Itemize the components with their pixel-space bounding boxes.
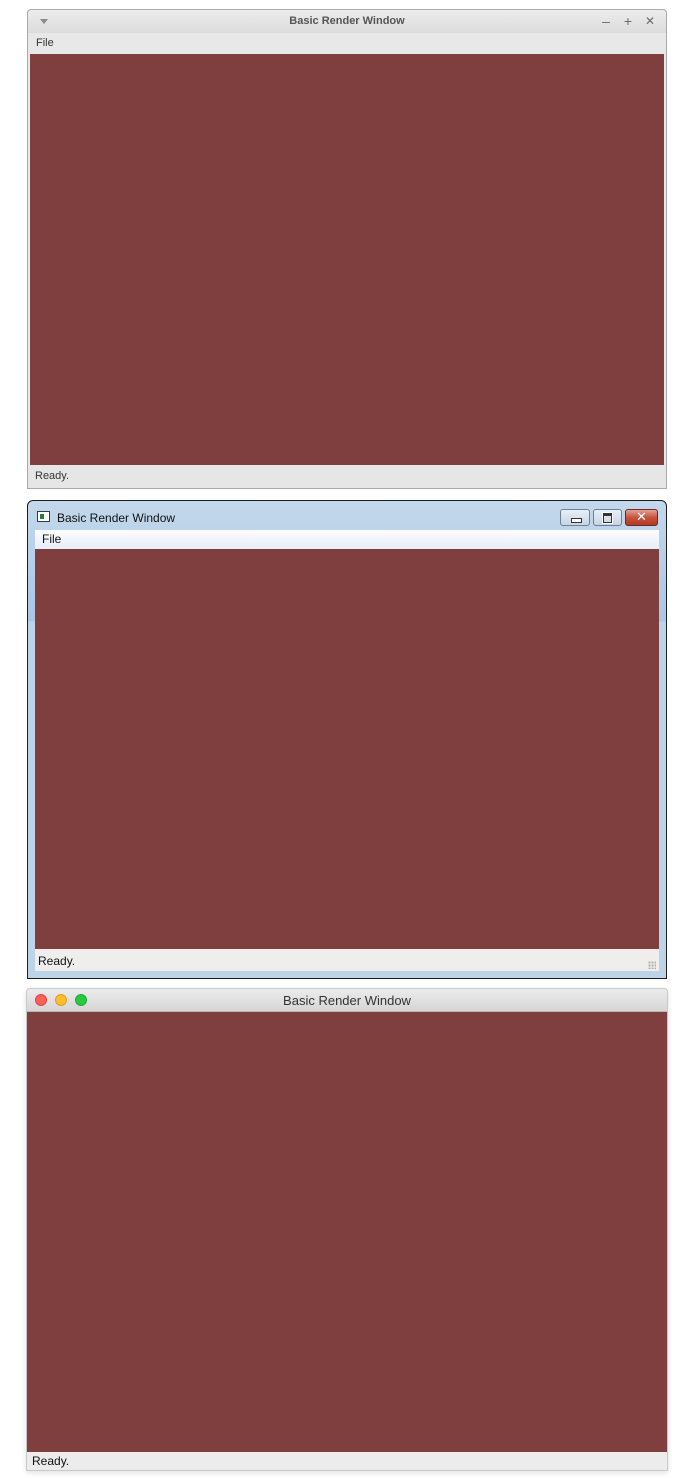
close-icon: ✕ — [636, 509, 647, 524]
render-window-linux: Basic Render Window – + ✕ File Ready. — [27, 9, 667, 489]
render-canvas[interactable] — [35, 549, 659, 949]
menu-bar: File — [28, 33, 666, 54]
maximize-button[interactable] — [593, 509, 622, 526]
status-text: Ready. — [35, 470, 70, 482]
status-bar: Ready. — [27, 1452, 667, 1470]
status-bar: Ready. — [28, 465, 666, 488]
resize-grip-icon[interactable] — [648, 961, 656, 969]
render-canvas[interactable] — [30, 54, 664, 465]
menu-file[interactable]: File — [42, 532, 61, 546]
render-canvas[interactable] — [27, 1012, 667, 1452]
render-window-windows: Basic Render Window ✕ File Ready. — [27, 500, 667, 979]
title-bar[interactable]: Basic Render Window – + ✕ — [28, 10, 666, 33]
window-title: Basic Render Window — [283, 993, 411, 1008]
status-bar: Ready. — [35, 949, 659, 971]
minimize-button[interactable] — [560, 509, 590, 526]
title-bar[interactable]: Basic Render Window — [27, 989, 667, 1012]
status-text: Ready. — [38, 954, 76, 968]
window-title: Basic Render Window — [57, 511, 176, 525]
menu-file[interactable]: File — [36, 37, 54, 49]
menu-bar: File — [35, 530, 659, 550]
status-text: Ready. — [32, 1454, 70, 1468]
minimize-button[interactable]: – — [598, 13, 614, 29]
app-icon[interactable] — [37, 511, 50, 522]
maximize-button[interactable]: + — [620, 13, 636, 29]
close-button[interactable]: ✕ — [625, 509, 658, 526]
close-button[interactable]: ✕ — [642, 13, 658, 29]
window-title: Basic Render Window — [289, 15, 405, 27]
render-window-macos: Basic Render Window Ready. — [26, 988, 668, 1471]
